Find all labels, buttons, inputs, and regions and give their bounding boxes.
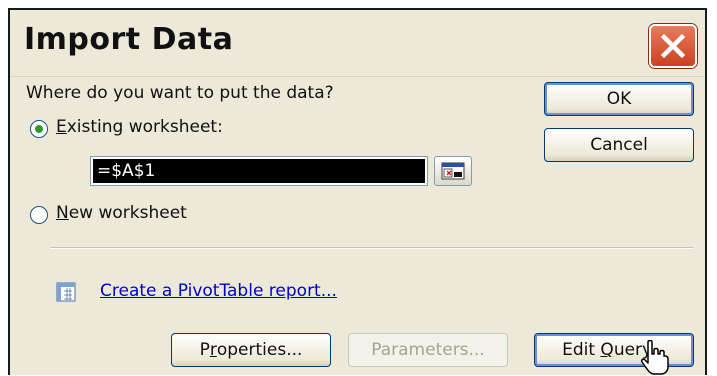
cancel-button[interactable]: Cancel <box>544 128 694 162</box>
properties-button[interactable]: Pr operties... <box>171 333 331 367</box>
cell-reference-value: =$A$1 <box>93 159 425 183</box>
existing-worksheet-accel: E <box>56 117 67 137</box>
parameters-button: Parameters... <box>348 333 508 367</box>
existing-worksheet-label-text: xisting worksheet: <box>66 117 223 137</box>
title-bar[interactable]: Import Data <box>10 10 705 77</box>
new-worksheet-label-text: ew worksheet <box>68 203 187 223</box>
existing-worksheet-radio[interactable] <box>30 120 48 138</box>
properties-label-post: operties... <box>216 340 303 360</box>
properties-label-pre: P <box>199 340 210 360</box>
new-worksheet-accel: N <box>56 203 69 223</box>
edit-query-accel: Q <box>600 340 614 360</box>
close-x-icon <box>660 33 686 59</box>
properties-accel: r <box>209 340 217 360</box>
collapse-dialog-button[interactable] <box>434 156 472 186</box>
ok-button[interactable]: OK <box>544 82 694 116</box>
close-button[interactable] <box>649 24 697 68</box>
edit-query-label-pre: Edit <box>562 340 601 360</box>
new-worksheet-radio[interactable] <box>30 206 48 224</box>
destination-prompt: Where do you want to put the data? <box>26 83 334 103</box>
separator-line <box>50 247 693 249</box>
dialog-title: Import Data <box>24 22 234 57</box>
edit-query-button[interactable]: Edit Query... <box>534 333 694 367</box>
collapse-dialog-icon <box>441 162 465 180</box>
cell-reference-input[interactable]: =$A$1 <box>90 156 428 186</box>
mouse-pointer-icon <box>641 340 669 375</box>
pivottable-icon <box>56 282 76 302</box>
import-data-dialog: Import Data Where do you want to put the… <box>8 8 707 375</box>
new-worksheet-label[interactable]: New worksheet <box>56 203 187 223</box>
existing-worksheet-label[interactable]: Existing worksheet: <box>56 117 223 137</box>
create-pivottable-link[interactable]: Create a PivotTable report... <box>100 281 337 301</box>
